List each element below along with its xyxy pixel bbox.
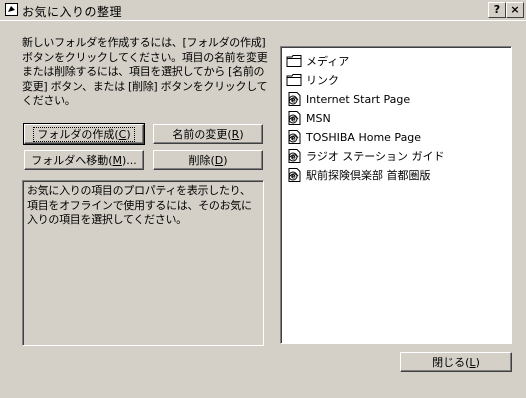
instructions-text: 新しいフォルダを作成するには、[フォルダの作成] ボタンをクリックしてください。… [22,36,268,107]
favorite-item-label: ラジオ ステーション ガイド [306,150,445,163]
favorite-item-label: リンク [306,74,339,87]
ie-page-icon: e [286,149,302,163]
favorite-item-label: TOSHIBA Home Page [306,130,422,144]
help-button[interactable]: ? [488,2,506,18]
favorite-item[interactable]: e Internet Start Page [286,90,410,108]
favorite-item[interactable]: e TOSHIBA Home Page [286,128,421,146]
svg-text:e: e [291,97,296,105]
folder-icon [286,73,302,87]
favorite-item-label: メディア [306,55,350,68]
close-button[interactable]: 閉じる(L) [400,352,512,372]
create-folder-button[interactable]: フォルダの作成(C) [23,123,145,145]
favorite-item[interactable]: e ラジオ ステーション ガイド [286,147,445,165]
ie-page-icon: e [286,168,302,182]
folder-icon [286,54,302,68]
favorite-item-label: MSN [306,111,331,125]
close-window-button[interactable]: × [506,2,524,18]
window-title: お気に入りの整理 [22,5,123,19]
svg-text:e: e [291,173,296,181]
rename-button[interactable]: 名前の変更(R) [153,124,263,144]
favorite-item-label: 駅前探険倶楽部 首都圏版 [306,169,431,182]
svg-text:e: e [291,154,296,162]
title-bar: お気に入りの整理 ? × [0,0,526,21]
favorite-item-label: Internet Start Page [306,92,411,106]
favorite-item[interactable]: リンク [286,71,339,89]
ie-page-icon: e [286,111,302,125]
favorite-item[interactable]: メディア [286,52,349,70]
item-info-panel: お気に入りの項目のプロパティを表示したり、項目をオフラインで使用するには、そのお… [22,180,264,346]
favorite-item[interactable]: e 駅前探険倶楽部 首都圏版 [286,166,431,184]
item-info-text: お気に入りの項目のプロパティを表示したり、項目をオフラインで使用するには、そのお… [23,181,263,345]
favorites-list[interactable]: メディアリンク e Internet Start Page e MSN e TOSHIBA … [280,46,512,344]
ie-page-icon: e [286,92,302,106]
favorite-item[interactable]: e MSN [286,109,331,127]
move-to-folder-button[interactable]: フォルダへ移動(M)... [24,150,144,170]
favorites-icon [5,3,18,16]
ie-page-icon: e [286,130,302,144]
svg-text:e: e [291,116,296,124]
svg-text:e: e [291,135,296,143]
delete-button[interactable]: 削除(D) [153,150,263,170]
